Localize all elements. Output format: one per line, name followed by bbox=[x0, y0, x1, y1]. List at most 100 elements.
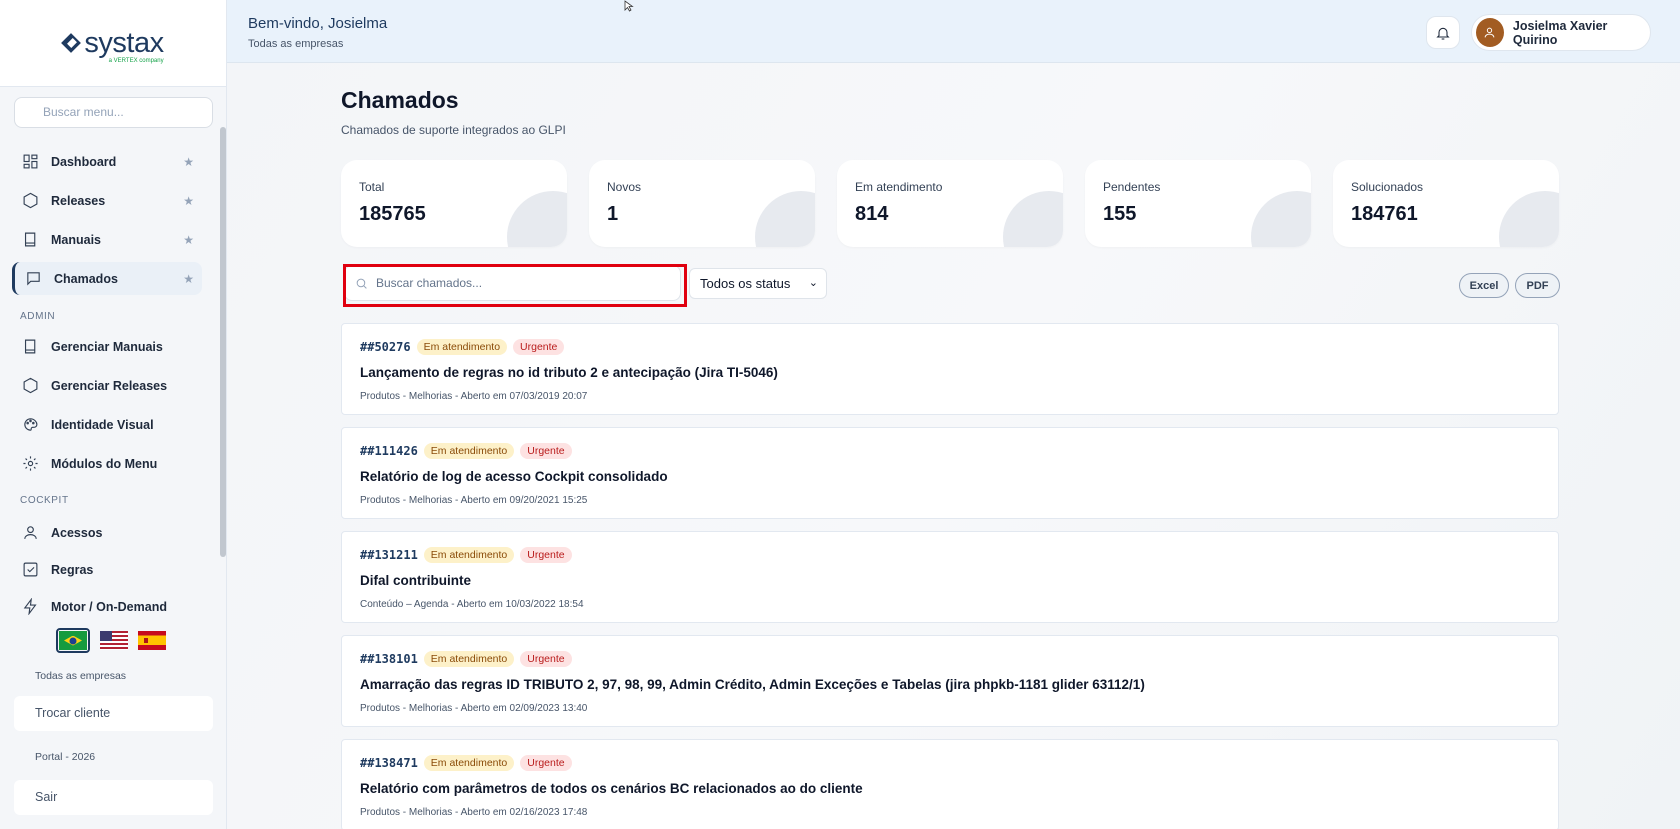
ticket-search-input[interactable]: Buscar chamados... bbox=[344, 265, 681, 301]
book-icon bbox=[22, 338, 39, 355]
flag-usa-icon[interactable] bbox=[100, 631, 128, 650]
sidebar-item-label: Módulos do Menu bbox=[51, 456, 158, 471]
sidebar-item-acessos[interactable]: Acessos bbox=[12, 516, 202, 549]
ticket-meta: Produtos - Melhorias - Aberto em 02/09/2… bbox=[360, 703, 588, 714]
ticket-id: ##111426 bbox=[360, 444, 418, 458]
ticket-id: ##131211 bbox=[360, 548, 418, 562]
status-badge: Em atendimento bbox=[423, 755, 515, 771]
sidebar-item-dashboard[interactable]: Dashboard ★ bbox=[12, 145, 202, 178]
avatar bbox=[1476, 18, 1504, 47]
ticket-title: Relatório de log de acesso Cockpit conso… bbox=[360, 469, 668, 484]
ticket-meta: Produtos - Melhorias - Aberto em 07/03/2… bbox=[360, 391, 588, 402]
hexagon-icon bbox=[22, 377, 39, 394]
ticket-row[interactable]: ##111426 Em atendimento Urgente Relatóri… bbox=[341, 427, 1559, 519]
user-icon bbox=[1485, 27, 1495, 38]
star-icon[interactable]: ★ bbox=[183, 272, 194, 286]
status-badge: Em atendimento bbox=[423, 547, 515, 563]
sidebar-scrollbar[interactable] bbox=[220, 127, 226, 557]
language-switcher bbox=[56, 628, 166, 653]
ticket-title: Difal contribuinte bbox=[360, 573, 471, 588]
stat-decoration bbox=[755, 191, 815, 247]
export-pdf-button[interactable]: PDF bbox=[1515, 273, 1560, 298]
menu-search-input[interactable]: Buscar menu... bbox=[14, 97, 213, 128]
priority-badge: Urgente bbox=[520, 651, 572, 667]
logo-text: systax bbox=[84, 26, 164, 59]
sidebar-item-identidade-visual[interactable]: Identidade Visual bbox=[12, 408, 202, 441]
section-cockpit: COCKPIT bbox=[20, 495, 69, 506]
logout-button[interactable]: Sair bbox=[14, 780, 213, 815]
stat-value: 155 bbox=[1103, 203, 1137, 225]
bell-icon bbox=[1436, 27, 1450, 40]
star-icon[interactable]: ★ bbox=[183, 194, 194, 208]
sidebar-item-modulos-menu[interactable]: Módulos do Menu bbox=[12, 447, 202, 480]
sidebar-item-label: Motor / On-Demand bbox=[51, 599, 167, 614]
stat-decoration bbox=[507, 191, 567, 247]
sidebar-item-label: Identidade Visual bbox=[51, 417, 154, 432]
sidebar-item-chamados[interactable]: Chamados ★ bbox=[12, 262, 202, 295]
ticket-row[interactable]: ##131211 Em atendimento Urgente Difal co… bbox=[341, 531, 1559, 623]
sidebar-item-releases[interactable]: Releases ★ bbox=[12, 184, 202, 217]
sidebar-item-regras[interactable]: Regras bbox=[12, 553, 202, 586]
flag-spain-icon[interactable] bbox=[138, 631, 166, 650]
ticket-meta: Produtos - Melhorias - Aberto em 09/20/2… bbox=[360, 495, 588, 506]
priority-badge: Urgente bbox=[520, 547, 572, 563]
logo-area: systax a VERTEX company bbox=[0, 0, 226, 87]
systax-logo[interactable]: systax a VERTEX company bbox=[62, 26, 164, 64]
star-icon[interactable]: ★ bbox=[183, 233, 194, 247]
header-company: Todas as empresas bbox=[248, 38, 344, 50]
lightning-icon bbox=[22, 598, 39, 615]
chevron-down-icon: ⌄ bbox=[808, 277, 818, 289]
sidebar-item-label: Manuais bbox=[51, 232, 102, 247]
stat-card-em-atendimento: Em atendimento 814 bbox=[837, 160, 1063, 247]
top-header: Bem-vindo, Josielma Todas as empresas Jo… bbox=[227, 0, 1680, 63]
stat-decoration bbox=[1251, 191, 1311, 247]
sidebar-item-label: Gerenciar Manuais bbox=[51, 339, 163, 354]
sidebar-item-label: Chamados bbox=[54, 271, 118, 286]
hexagon-icon bbox=[22, 192, 39, 209]
status-badge: Em atendimento bbox=[423, 443, 515, 459]
status-badge: Em atendimento bbox=[423, 651, 515, 667]
sidebar-item-gerenciar-manuais[interactable]: Gerenciar Manuais bbox=[12, 330, 202, 363]
stat-card-total: Total 185765 bbox=[341, 160, 567, 247]
stat-value: 1 bbox=[607, 203, 619, 225]
welcome-text: Bem-vindo, Josielma bbox=[248, 15, 388, 32]
sidebar-item-gerenciar-releases[interactable]: Gerenciar Releases bbox=[12, 369, 202, 402]
ticket-row[interactable]: ##138101 Em atendimento Urgente Amarraçã… bbox=[341, 635, 1559, 727]
user-icon bbox=[22, 524, 39, 541]
priority-badge: Urgente bbox=[520, 443, 572, 459]
priority-badge: Urgente bbox=[513, 339, 565, 355]
star-icon[interactable]: ★ bbox=[183, 155, 194, 169]
stat-label: Solucionados bbox=[1351, 180, 1424, 194]
sidebar-item-motor-on-demand[interactable]: Motor / On-Demand bbox=[12, 590, 202, 623]
stat-label: Total bbox=[359, 180, 385, 194]
notifications-button[interactable] bbox=[1426, 16, 1460, 49]
sidebar-item-label: Gerenciar Releases bbox=[51, 378, 168, 393]
export-excel-button[interactable]: Excel bbox=[1459, 273, 1509, 298]
sidebar-item-manuais[interactable]: Manuais ★ bbox=[12, 223, 202, 256]
company-scope: Todas as empresas bbox=[35, 670, 127, 682]
ticket-row[interactable]: ##138471 Em atendimento Urgente Relatóri… bbox=[341, 739, 1559, 829]
user-menu-button[interactable]: Josielma Xavier Quirino bbox=[1471, 14, 1651, 51]
search-placeholder: Buscar chamados... bbox=[376, 276, 483, 290]
ticket-meta: Produtos - Melhorias - Aberto em 02/16/2… bbox=[360, 807, 588, 818]
chat-icon bbox=[25, 270, 42, 287]
priority-badge: Urgente bbox=[520, 755, 572, 771]
portal-footer: Portal - 2026 bbox=[35, 751, 96, 763]
sidebar-item-label: Regras bbox=[51, 562, 94, 577]
sidebar-item-label: Releases bbox=[51, 193, 106, 208]
page-subtitle: Chamados de suporte integrados ao GLPI bbox=[341, 123, 566, 137]
switch-client-button[interactable]: Trocar cliente bbox=[14, 696, 213, 731]
search-icon bbox=[356, 278, 367, 289]
dashboard-icon bbox=[22, 153, 39, 170]
stat-card-pendentes: Pendentes 155 bbox=[1085, 160, 1311, 247]
stat-card-novos: Novos 1 bbox=[589, 160, 815, 247]
status-filter-select[interactable]: Todos os status ⌄ bbox=[689, 268, 827, 299]
flag-brazil-icon[interactable] bbox=[56, 628, 90, 653]
book-icon bbox=[22, 231, 39, 248]
ticket-row[interactable]: ##50276 Em atendimento Urgente Lançament… bbox=[341, 323, 1559, 415]
sidebar-item-label: Acessos bbox=[51, 525, 103, 540]
mouse-cursor-icon bbox=[624, 0, 634, 12]
logo-mark-icon bbox=[62, 34, 82, 54]
ticket-id: ##138471 bbox=[360, 756, 418, 770]
stat-value: 184761 bbox=[1351, 203, 1418, 225]
